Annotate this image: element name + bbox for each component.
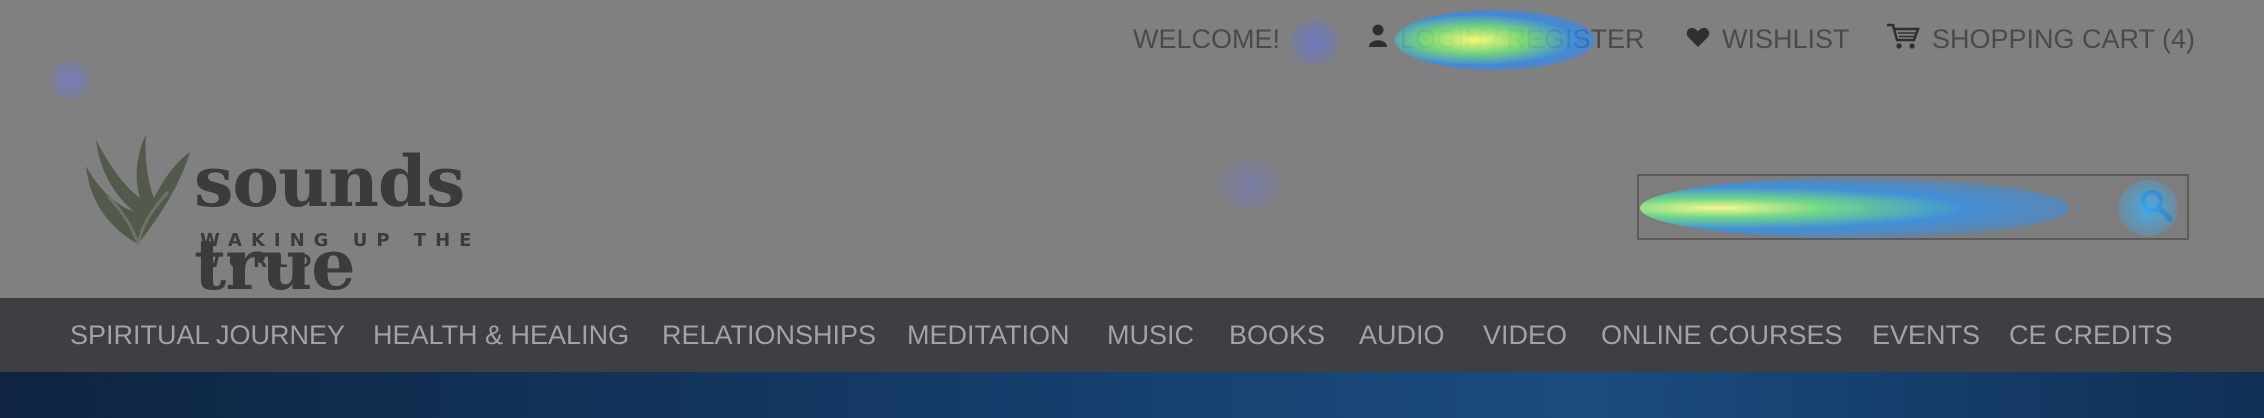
shopping-cart-link[interactable]: SHOPPING CART (4) <box>1886 22 2195 56</box>
site-logo[interactable]: sounds true WAKING UP THE WORLD <box>84 126 604 306</box>
nav-item-meditation[interactable]: MEDITATION <box>907 298 1070 372</box>
wishlist-label: WISHLIST <box>1722 23 1850 54</box>
logo-tagline: WAKING UP THE WORLD <box>200 230 481 272</box>
utility-bar: WELCOME! LOGIN / REGISTER WISHLIST SHOPP… <box>0 0 2264 78</box>
nav-item-health-healing[interactable]: HEALTH & HEALING <box>373 298 629 372</box>
nav-item-spiritual-journey[interactable]: SPIRITUAL JOURNEY <box>70 298 345 372</box>
cart-icon <box>1886 22 1920 57</box>
nav-item-books[interactable]: BOOKS <box>1229 298 1325 372</box>
nav-item-relationships[interactable]: RELATIONSHIPS <box>662 298 876 372</box>
login-register-label: LOGIN / REGISTER <box>1400 23 1645 54</box>
site-header: sounds true WAKING UP THE WORLD <box>0 78 2264 306</box>
welcome-text: WELCOME! <box>1133 22 1280 56</box>
nav-item-online-courses[interactable]: ONLINE COURSES <box>1601 298 1843 372</box>
heart-icon <box>1686 24 1710 55</box>
search-box <box>1637 174 2189 240</box>
hero-banner <box>0 372 2264 418</box>
nav-item-video[interactable]: VIDEO <box>1483 298 1567 372</box>
login-register-link[interactable]: LOGIN / REGISTER <box>1368 22 1645 56</box>
main-navigation: SPIRITUAL JOURNEY HEALTH & HEALING RELAT… <box>0 298 2264 372</box>
logo-wordmark: sounds true <box>194 140 465 306</box>
search-icon <box>2139 188 2173 227</box>
nav-item-audio[interactable]: AUDIO <box>1359 298 1445 372</box>
nav-item-events[interactable]: EVENTS <box>1872 298 1980 372</box>
nav-item-music[interactable]: MUSIC <box>1107 298 1194 372</box>
wings-logo-icon <box>84 126 192 255</box>
wishlist-link[interactable]: WISHLIST <box>1686 22 1850 56</box>
shopping-cart-label: SHOPPING CART (4) <box>1932 23 2196 54</box>
search-input[interactable] <box>1659 190 2103 228</box>
search-button[interactable] <box>2133 184 2179 230</box>
user-icon <box>1368 24 1388 55</box>
nav-item-ce-credits[interactable]: CE CREDITS <box>2009 298 2173 372</box>
welcome-label: WELCOME! <box>1133 23 1281 54</box>
